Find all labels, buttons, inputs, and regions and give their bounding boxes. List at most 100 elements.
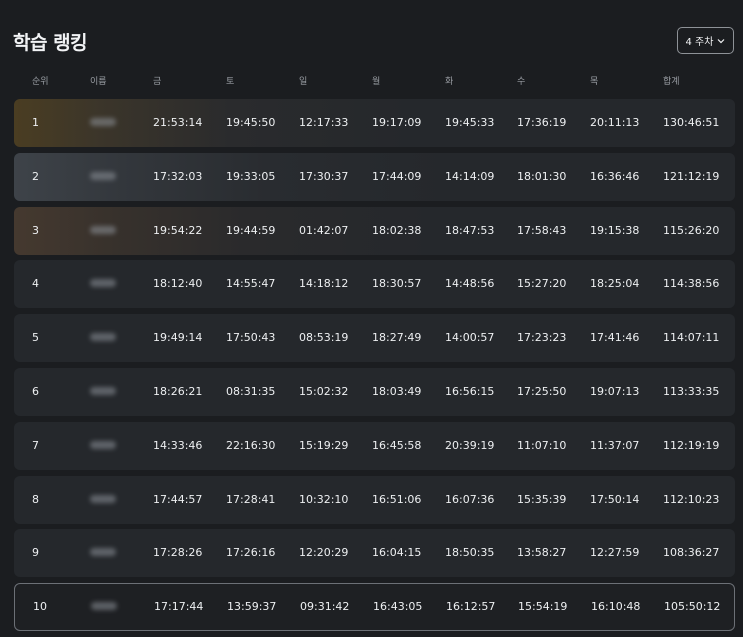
- sat-time-cell: 13:59:37: [227, 600, 277, 613]
- tue-time-cell: 18:50:35: [445, 546, 495, 559]
- total-time-cell: 114:38:56: [663, 277, 720, 290]
- rank-cell: 10: [33, 600, 47, 613]
- total-time-cell: 108:36:27: [663, 546, 720, 559]
- column-header-mon: 월: [372, 77, 381, 87]
- mon-time-cell: 19:17:09: [372, 116, 422, 129]
- tue-time-cell: 19:45:33: [445, 116, 495, 129]
- name-cell-redacted: [90, 207, 116, 255]
- thu-time-cell: 20:11:13: [590, 116, 640, 129]
- name-cell-redacted: [91, 584, 117, 630]
- rank-cell: 7: [32, 439, 39, 452]
- rank-cell: 5: [32, 331, 39, 344]
- fri-time-cell: 18:12:40: [153, 277, 203, 290]
- sun-time-cell: 08:53:19: [299, 331, 349, 344]
- sun-time-cell: 15:02:32: [299, 385, 349, 398]
- redacted-name-blur: [90, 118, 116, 126]
- wed-time-cell: 15:54:19: [518, 600, 568, 613]
- sun-time-cell: 12:17:33: [299, 116, 349, 129]
- sat-time-cell: 17:28:41: [226, 493, 276, 506]
- wed-time-cell: 17:25:50: [517, 385, 567, 398]
- table-row[interactable]: 6 18:26:21 08:31:35 15:02:32 18:03:49 16:56:1…: [14, 368, 735, 416]
- column-header-fri: 금: [153, 77, 162, 87]
- table-row[interactable]: 5 19:49:14 17:50:43 08:53:19 18:27:49 14:00:5…: [14, 314, 735, 362]
- fri-time-cell: 17:32:03: [153, 170, 203, 183]
- redacted-name-blur: [90, 387, 116, 395]
- redacted-name-blur: [90, 548, 116, 556]
- sun-time-cell: 09:31:42: [300, 600, 350, 613]
- redacted-name-blur: [90, 333, 116, 341]
- week-selector-dropdown[interactable]: 4 주차: [677, 27, 734, 54]
- mon-time-cell: 18:27:49: [372, 331, 422, 344]
- fri-time-cell: 19:49:14: [153, 331, 203, 344]
- fri-time-cell: 17:28:26: [153, 546, 203, 559]
- total-time-cell: 112:19:19: [663, 439, 720, 452]
- table-row[interactable]: 7 14:33:46 22:16:30 15:19:29 16:45:58 20:39:1…: [14, 422, 735, 470]
- fri-time-cell: 17:17:44: [154, 600, 204, 613]
- tue-time-cell: 14:14:09: [445, 170, 495, 183]
- table-row[interactable]: 1 21:53:14 19:45:50 12:17:33 19:17:09 19:45:3…: [14, 99, 735, 147]
- rank-cell: 8: [32, 493, 39, 506]
- thu-time-cell: 16:10:48: [591, 600, 641, 613]
- mon-time-cell: 18:30:57: [372, 277, 422, 290]
- rank-cell: 6: [32, 385, 39, 398]
- sat-time-cell: 19:45:50: [226, 116, 276, 129]
- thu-time-cell: 19:15:38: [590, 224, 640, 237]
- sat-time-cell: 08:31:35: [226, 385, 276, 398]
- total-time-cell: 130:46:51: [663, 116, 720, 129]
- total-time-cell: 121:12:19: [663, 170, 720, 183]
- redacted-name-blur: [90, 495, 116, 503]
- tue-time-cell: 14:00:57: [445, 331, 495, 344]
- table-row[interactable]: 8 17:44:57 17:28:41 10:32:10 16:51:06 16:07:3…: [14, 476, 735, 524]
- column-header-thu: 목: [590, 77, 599, 87]
- column-header-total: 합계: [663, 77, 680, 87]
- mon-time-cell: 16:04:15: [372, 546, 422, 559]
- page-title: 학습 랭킹: [13, 32, 88, 54]
- column-header-wed: 수: [517, 77, 526, 87]
- sun-time-cell: 17:30:37: [299, 170, 349, 183]
- name-cell-redacted: [90, 476, 116, 524]
- fri-time-cell: 21:53:14: [153, 116, 203, 129]
- total-time-cell: 115:26:20: [663, 224, 720, 237]
- redacted-name-blur: [90, 279, 116, 287]
- table-row[interactable]: 3 19:54:22 19:44:59 01:42:07 18:02:38 18:47:5…: [14, 207, 735, 255]
- sat-time-cell: 22:16:30: [226, 439, 276, 452]
- column-header-sat: 토: [226, 77, 235, 87]
- redacted-name-blur: [90, 226, 116, 234]
- fri-time-cell: 18:26:21: [153, 385, 203, 398]
- mon-time-cell: 16:45:58: [372, 439, 422, 452]
- name-cell-redacted: [90, 99, 116, 147]
- table-row[interactable]: 2 17:32:03 19:33:05 17:30:37 17:44:09 14:14:0…: [14, 153, 735, 201]
- fri-time-cell: 14:33:46: [153, 439, 203, 452]
- table-row[interactable]: 10 17:17:44 13:59:37 09:31:42 16:43:05 16:12:…: [14, 583, 735, 631]
- wed-time-cell: 18:01:30: [517, 170, 567, 183]
- redacted-name-blur: [90, 441, 116, 449]
- tue-time-cell: 18:47:53: [445, 224, 495, 237]
- total-time-cell: 113:33:35: [663, 385, 720, 398]
- table-row[interactable]: 9 17:28:26 17:26:16 12:20:29 16:04:15 18:50:3…: [14, 529, 735, 577]
- rank-cell: 4: [32, 277, 39, 290]
- table-row[interactable]: 4 18:12:40 14:55:47 14:18:12 18:30:57 14:48:5…: [14, 260, 735, 308]
- mon-time-cell: 18:02:38: [372, 224, 422, 237]
- thu-time-cell: 19:07:13: [590, 385, 640, 398]
- tue-time-cell: 20:39:19: [445, 439, 495, 452]
- wed-time-cell: 17:23:23: [517, 331, 567, 344]
- wed-time-cell: 17:58:43: [517, 224, 567, 237]
- wed-time-cell: 15:35:39: [517, 493, 567, 506]
- column-header-tue: 화: [445, 77, 454, 87]
- mon-time-cell: 18:03:49: [372, 385, 422, 398]
- sun-time-cell: 10:32:10: [299, 493, 349, 506]
- mon-time-cell: 16:51:06: [372, 493, 422, 506]
- name-cell-redacted: [90, 153, 116, 201]
- name-cell-redacted: [90, 368, 116, 416]
- name-cell-redacted: [90, 529, 116, 577]
- tue-time-cell: 16:56:15: [445, 385, 495, 398]
- chevron-down-icon: [718, 38, 725, 43]
- sun-time-cell: 01:42:07: [299, 224, 349, 237]
- week-selector-label: 4 주차: [685, 37, 714, 48]
- thu-time-cell: 16:36:46: [590, 170, 640, 183]
- wed-time-cell: 15:27:20: [517, 277, 567, 290]
- name-cell-redacted: [90, 260, 116, 308]
- rank-cell: 2: [32, 170, 39, 183]
- thu-time-cell: 17:50:14: [590, 493, 640, 506]
- rank-cell: 1: [32, 116, 39, 129]
